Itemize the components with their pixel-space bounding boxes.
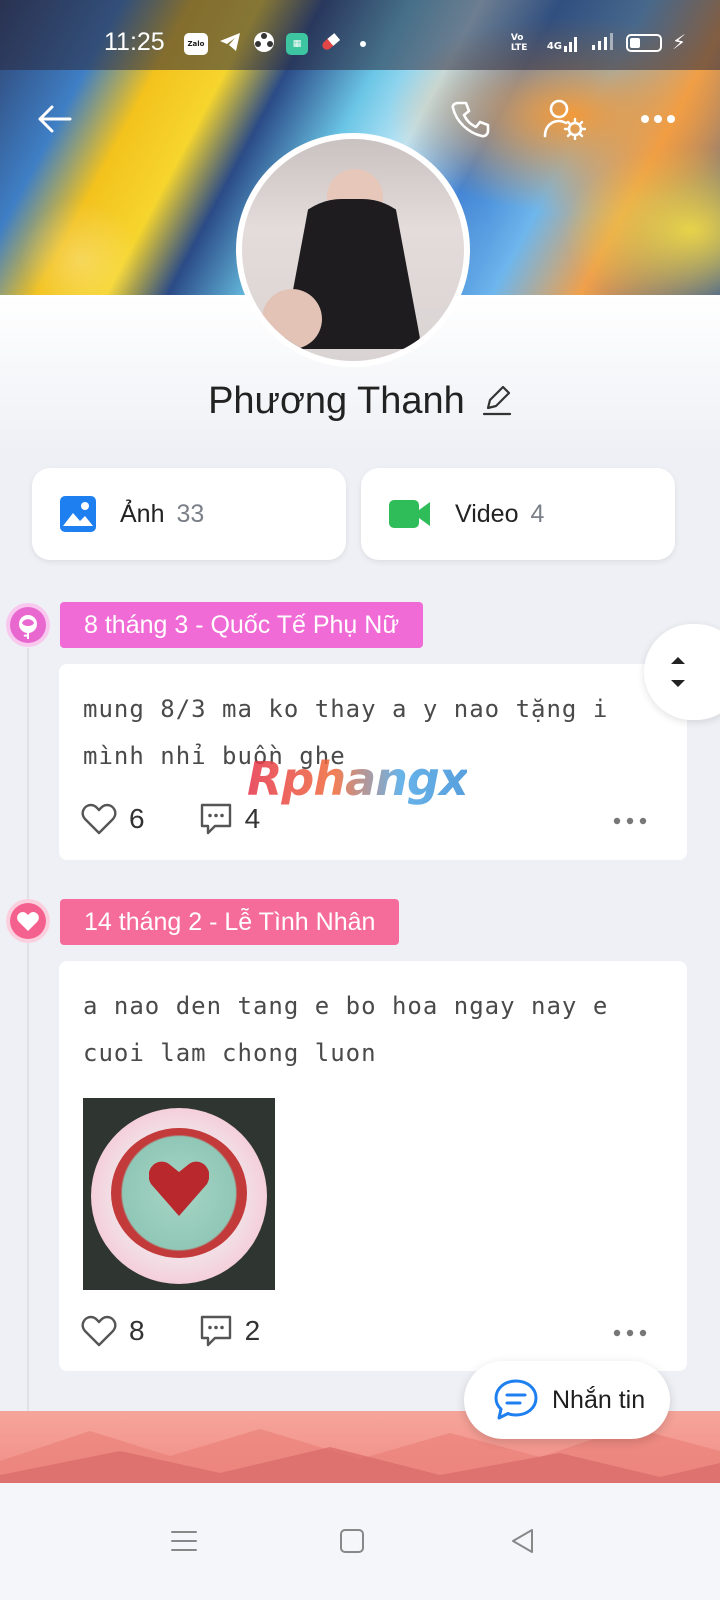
post-more-button[interactable] xyxy=(613,1322,647,1341)
ellipsis-icon xyxy=(613,817,647,824)
timeline-line xyxy=(27,648,29,1483)
pill-icon xyxy=(318,30,342,58)
video-camera-icon xyxy=(389,500,430,528)
watermark-logo: Rphangx xyxy=(247,752,468,806)
comment-icon xyxy=(200,1315,231,1347)
telegram-icon xyxy=(218,31,242,57)
recent-apps-button[interactable] xyxy=(154,1511,214,1571)
system-back-button[interactable] xyxy=(492,1511,552,1571)
event-tag-valentine: 14 tháng 2 - Lễ Tình Nhân xyxy=(60,899,400,945)
videos-card[interactable]: Video 4 xyxy=(361,468,675,560)
more-notifications-dot xyxy=(360,41,366,47)
comment-icon xyxy=(200,803,231,835)
photos-count: 33 xyxy=(176,499,205,528)
like-count: 8 xyxy=(129,1315,145,1346)
menu-icon xyxy=(171,1531,197,1551)
comment-count: 4 xyxy=(244,803,261,834)
store-app-icon: ▦ xyxy=(286,33,308,55)
send-message-label: Nhắn tin xyxy=(552,1385,646,1414)
volte-icon: Vo LTE xyxy=(510,32,528,53)
status-time: 11:25 xyxy=(104,28,165,56)
chat-bubble-icon xyxy=(494,1379,538,1420)
battery-icon xyxy=(626,33,662,52)
post-photo-bouquet[interactable] xyxy=(83,1098,275,1290)
post-actions: 8 2 xyxy=(81,1311,665,1351)
flower-app-icon xyxy=(252,30,276,58)
user-settings-icon xyxy=(543,99,586,140)
signal-icon xyxy=(592,32,614,53)
more-options-button[interactable] xyxy=(634,95,682,143)
post-card[interactable]: a nao den tang e bo hoa ngay nay e cuoi … xyxy=(59,961,687,1371)
photos-card[interactable]: Ảnh 33 xyxy=(32,468,346,560)
square-icon xyxy=(340,1529,364,1553)
arrow-left-icon xyxy=(38,105,72,133)
send-message-button[interactable]: Nhắn tin xyxy=(464,1361,670,1439)
ellipsis-icon xyxy=(613,1329,647,1336)
call-button[interactable] xyxy=(446,95,494,143)
back-button[interactable] xyxy=(30,95,78,143)
event-badge-womens-day xyxy=(6,603,50,647)
rose-icon xyxy=(10,607,46,643)
phone-icon xyxy=(451,101,490,138)
edit-name-button[interactable] xyxy=(482,384,512,420)
videos-count: 4 xyxy=(530,499,545,528)
zalo-notification-icon: Zalo xyxy=(184,33,208,55)
event-tag-womens-day: 8 tháng 3 - Quốc Tế Phụ Nữ xyxy=(60,602,424,648)
profile-name-row: Phương Thanh xyxy=(0,380,720,423)
ellipsis-icon xyxy=(641,115,675,123)
like-button[interactable]: 8 xyxy=(81,1315,145,1347)
scroll-arrows-icon xyxy=(671,657,685,687)
image-icon xyxy=(60,496,96,532)
post-more-button[interactable] xyxy=(613,810,647,829)
heart-badge-icon xyxy=(10,903,46,939)
notification-icons: Zalo ▦ xyxy=(184,30,366,58)
comment-count: 2 xyxy=(244,1315,261,1346)
network-4g-icon: 4G xyxy=(547,34,580,52)
heart-icon xyxy=(81,803,117,835)
profile-settings-button[interactable] xyxy=(540,95,588,143)
profile-name: Phương Thanh xyxy=(208,380,465,422)
event-badge-valentine xyxy=(6,899,50,943)
home-button[interactable] xyxy=(322,1511,382,1571)
triangle-back-icon xyxy=(512,1529,533,1553)
system-navigation-bar xyxy=(0,1483,720,1600)
system-status-icons: Vo LTE 4G xyxy=(511,32,662,53)
photos-label: Ảnh xyxy=(120,499,165,528)
heart-icon xyxy=(81,1315,117,1347)
charging-icon: ⚡ xyxy=(671,30,686,54)
avatar-image xyxy=(242,139,464,361)
like-button[interactable]: 6 xyxy=(81,803,145,835)
profile-avatar[interactable] xyxy=(236,133,470,367)
network-type-label: 4G xyxy=(546,40,562,52)
status-bar: 11:25 Zalo ▦ Vo LTE 4G ⚡ xyxy=(0,0,720,70)
post-text: a nao den tang e bo hoa ngay nay e cuoi … xyxy=(83,992,609,1067)
videos-label: Video xyxy=(455,499,519,528)
like-count: 6 xyxy=(129,803,145,834)
comment-button[interactable]: 2 xyxy=(199,1314,261,1348)
pencil-icon xyxy=(482,385,512,415)
comment-button[interactable]: 4 xyxy=(199,802,261,836)
